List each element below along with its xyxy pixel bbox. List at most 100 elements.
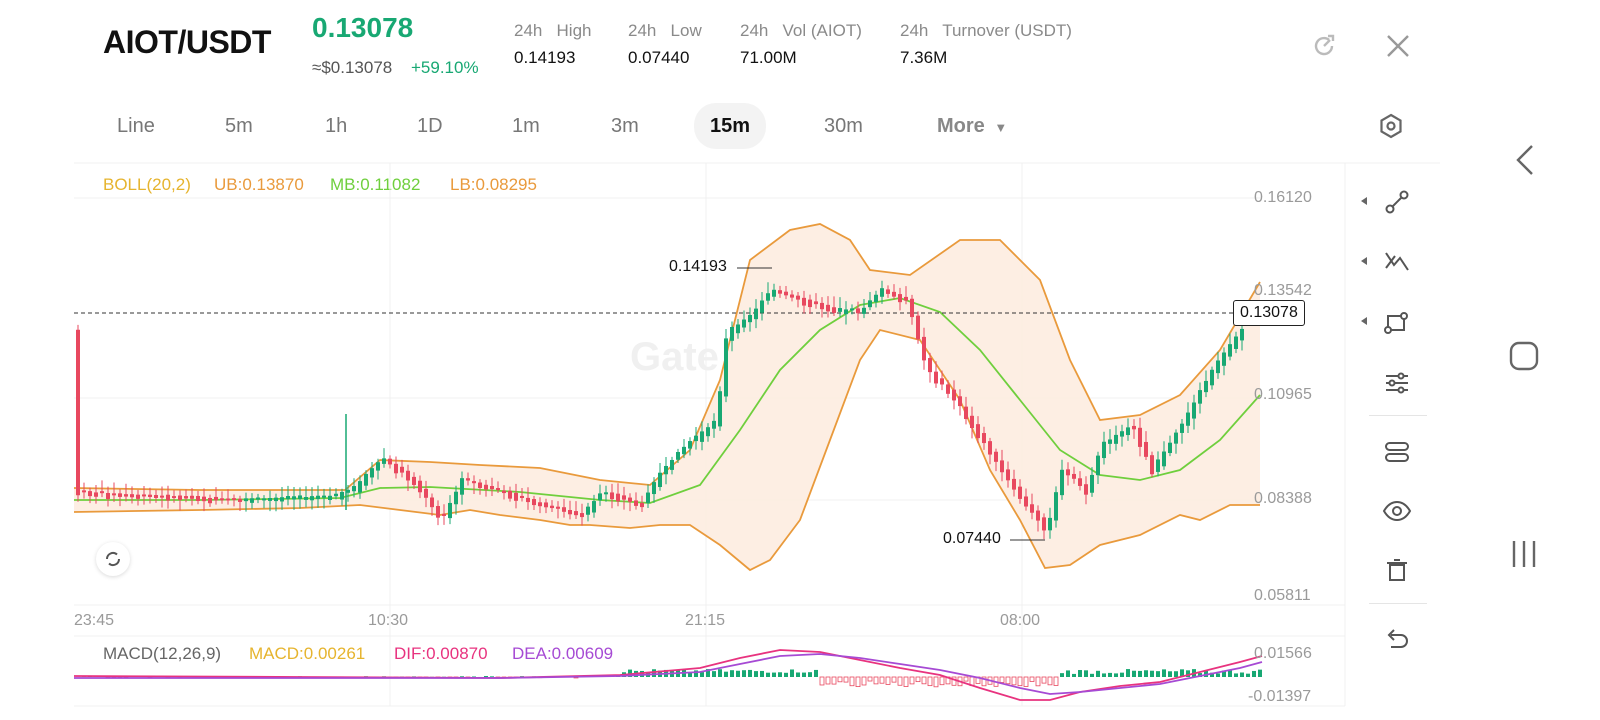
- macd-bar: [736, 670, 740, 677]
- macd-bar: [1090, 673, 1094, 677]
- candle-body: [1150, 455, 1154, 475]
- macd-bar: [921, 676, 927, 685]
- macd-bar: [766, 672, 770, 677]
- candle-body: [514, 492, 518, 501]
- home-nav-icon[interactable]: [1506, 338, 1542, 374]
- macd-bar: [933, 676, 939, 688]
- candle-body: [778, 290, 782, 294]
- macd-label: MACD(12,26,9): [103, 644, 222, 663]
- candle-body: [202, 496, 206, 502]
- candle-body: [568, 509, 572, 515]
- price-axis-label: 0.10965: [1254, 386, 1312, 403]
- price-axis-label: 0.05811: [1254, 587, 1311, 604]
- candle-body: [1216, 360, 1220, 374]
- candle-body: [898, 294, 902, 303]
- candle-body: [448, 502, 452, 519]
- candle-body: [844, 309, 848, 315]
- candle-body: [358, 481, 362, 493]
- line-tool-icon[interactable]: [1369, 178, 1425, 226]
- candle-body: [682, 446, 686, 455]
- candle-body: [652, 482, 656, 495]
- recents-nav-icon[interactable]: [1506, 536, 1542, 572]
- macd-bar: [700, 672, 704, 677]
- candle-body: [964, 406, 968, 420]
- expand-arrow-icon[interactable]: [1361, 197, 1367, 205]
- candle-body: [502, 490, 506, 494]
- candle-body: [1132, 425, 1136, 430]
- expand-arrow-icon[interactable]: [1361, 317, 1367, 325]
- candle-body: [688, 441, 692, 449]
- macd-bar: [1258, 669, 1262, 677]
- time-axis-label: 10:30: [368, 612, 409, 629]
- candle-body: [304, 497, 308, 500]
- trend-tool-icon[interactable]: [1369, 238, 1425, 286]
- candle-body: [982, 433, 986, 444]
- candle-body: [148, 494, 152, 497]
- candle-body: [1018, 486, 1022, 499]
- candle-body: [466, 478, 470, 481]
- undo-icon[interactable]: [1369, 615, 1425, 663]
- macd-bar: [1041, 676, 1047, 684]
- indicator-settings-icon[interactable]: [1369, 358, 1425, 406]
- low-annotation: 0.07440: [943, 530, 1001, 547]
- candle-body: [220, 498, 224, 501]
- macd-bar: [1252, 670, 1256, 677]
- candle-body: [226, 498, 230, 501]
- macd-bar: [808, 672, 812, 677]
- candle-body: [172, 496, 176, 499]
- candle-body: [1234, 336, 1238, 349]
- layers-icon[interactable]: [1369, 428, 1425, 476]
- delete-icon[interactable]: [1369, 546, 1425, 594]
- candle-body: [424, 488, 428, 498]
- toolbar-divider: [1369, 415, 1427, 416]
- reset-view-icon[interactable]: [96, 542, 130, 576]
- macd-bar: [897, 676, 903, 686]
- candle-body: [1174, 432, 1178, 444]
- candle-body: [850, 308, 854, 311]
- macd-bar: [748, 669, 752, 677]
- macd-bar: [1017, 676, 1023, 687]
- macd-bar: [903, 676, 909, 687]
- visibility-icon[interactable]: [1369, 487, 1425, 535]
- candle-body: [376, 462, 380, 471]
- candle-body: [574, 511, 578, 516]
- candle-body: [532, 499, 536, 506]
- candle-body: [820, 302, 824, 310]
- candle-body: [130, 494, 134, 498]
- candle-body: [142, 494, 146, 497]
- expand-arrow-icon[interactable]: [1361, 257, 1367, 265]
- macd-bar: [915, 676, 921, 683]
- macd-bar: [1053, 676, 1059, 686]
- candle-body: [634, 500, 638, 506]
- candle-body: [664, 465, 668, 475]
- macd-bar: [1035, 676, 1041, 687]
- candle-body: [904, 296, 908, 301]
- candle-body: [418, 480, 422, 493]
- candle-body: [676, 452, 680, 460]
- macd-bar: [867, 676, 873, 682]
- back-nav-icon[interactable]: [1508, 140, 1542, 180]
- macd-axis-label: 0.01566: [1254, 645, 1312, 662]
- candle-body: [586, 506, 590, 515]
- candle-body: [1168, 442, 1172, 454]
- candle-body: [556, 506, 560, 509]
- candle-body: [190, 495, 194, 499]
- shape-tool-icon[interactable]: [1369, 298, 1425, 346]
- candle-body: [826, 304, 830, 312]
- candle-body: [1210, 369, 1214, 386]
- candle-body: [928, 358, 932, 373]
- current-price-tag: 0.13078: [1233, 300, 1305, 326]
- candle-body: [748, 314, 752, 323]
- macd-bar: [999, 676, 1005, 683]
- macd-bar: [1072, 673, 1076, 677]
- candle-body: [1048, 517, 1052, 531]
- macd-bar: [796, 672, 800, 677]
- candle-body: [610, 492, 614, 500]
- macd-bar: [1029, 676, 1035, 682]
- candle-body: [940, 378, 944, 385]
- price-axis-label: 0.13542: [1254, 282, 1312, 299]
- candle-body: [406, 470, 410, 481]
- candle-body: [796, 295, 800, 300]
- macd-bar: [490, 676, 494, 677]
- candle-body: [616, 493, 620, 502]
